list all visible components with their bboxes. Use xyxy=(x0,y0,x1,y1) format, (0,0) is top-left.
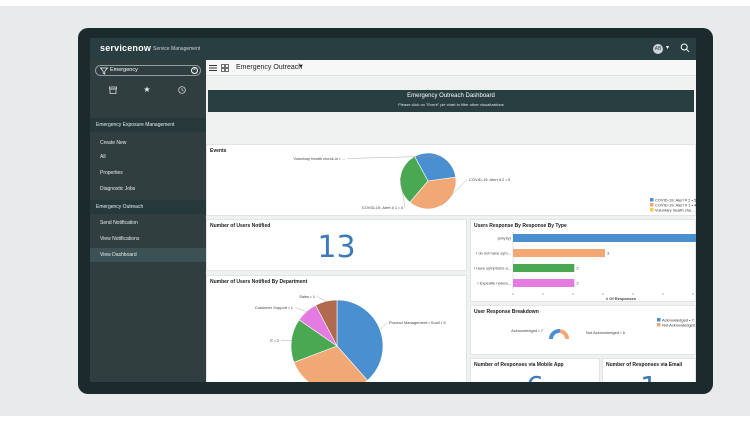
tick-label: • xyxy=(662,291,664,296)
sidebar-section[interactable]: Emergency Exposure Management xyxy=(90,118,206,132)
events-pie-chart[interactable]: Voluntary health check-in • ... COVID-19:… xyxy=(207,145,696,217)
clock-icon[interactable] xyxy=(175,84,189,96)
sidebar-item[interactable]: All xyxy=(90,150,206,164)
dashboard-title: Emergency Outreach Dashboard xyxy=(407,93,495,99)
sidebar-item[interactable]: View Dashboard xyxy=(90,248,206,262)
leader-line xyxy=(316,296,327,302)
legend-item[interactable]: Voluntary health che... xyxy=(655,207,695,212)
menu-icon[interactable] xyxy=(209,64,217,72)
legend-swatch xyxy=(657,323,661,327)
leader-line xyxy=(379,322,388,330)
tick-label: • xyxy=(572,291,574,296)
bar[interactable] xyxy=(513,249,605,257)
data-label: Product Management • Sunil • 5 xyxy=(389,320,446,325)
dashboard-header: Emergency Outreach Dashboard Please clic… xyxy=(208,90,694,112)
leader-line xyxy=(294,307,307,312)
breakdown-panel: User Response Breakdown Acknowledged • 7… xyxy=(470,305,696,355)
mobile-responses-panel: Number of Responses via Mobile App 6 xyxy=(470,358,600,382)
chevron-down-icon[interactable]: ▾ xyxy=(666,44,669,51)
events-panel: Events Voluntary health check-in • ... CO… xyxy=(206,144,696,216)
grid-icon[interactable] xyxy=(221,64,229,72)
value-label: 2 xyxy=(576,281,579,286)
legend-swatch xyxy=(650,203,654,207)
bar[interactable] xyxy=(513,234,696,242)
legend-swatch xyxy=(650,198,654,202)
filter-navigator-input[interactable]: Emergency × xyxy=(95,65,201,76)
users-notified-panel: Number of Users Notified 13 xyxy=(206,219,467,271)
sidebar-section[interactable]: Emergency Outreach xyxy=(90,200,206,214)
dashboard-toolbar: Emergency Outreach ▼ xyxy=(206,60,696,76)
sidebar-item[interactable]: View Notifications xyxy=(90,232,206,246)
value-label: 2 xyxy=(576,266,579,271)
sidebar-item[interactable]: Diagnostic Jobs xyxy=(90,182,206,196)
dashboard-content: Emergency Outreach ▼ Emergency Outreach … xyxy=(206,60,696,382)
category-label: I have symptoms a... xyxy=(474,266,511,271)
data-label: Not Acknowledged • 6 xyxy=(586,330,626,335)
response-bar-chart[interactable]: (empty) I do not have sym... 3 I have sympt… xyxy=(471,220,696,303)
sidebar-tabs: ★ xyxy=(90,84,206,98)
star-icon[interactable]: ★ xyxy=(140,84,154,96)
data-label: COVID-19: Alert # 1 • 4 xyxy=(362,205,404,210)
chevron-down-icon[interactable]: ▼ xyxy=(298,64,304,70)
data-label: Customer Support • 1 xyxy=(255,305,294,310)
tick-label: • xyxy=(512,291,514,296)
app-logo[interactable]: servicenow xyxy=(100,43,151,53)
data-label: COVID-19: Alert # 2 • 5 xyxy=(469,177,511,182)
sidebar-item[interactable]: Properties xyxy=(90,166,206,180)
data-label: Sales • 1 xyxy=(299,294,316,299)
panel-title: Number of Responses via Mobile App xyxy=(474,362,564,368)
archive-icon[interactable] xyxy=(106,84,120,96)
bar[interactable] xyxy=(513,264,575,272)
legend-swatch xyxy=(657,318,661,322)
mobile-responses-value: 6 xyxy=(471,370,599,382)
app-screen: servicenow Service Management AB ▾ Emerg… xyxy=(90,38,696,382)
sidebar-item[interactable]: Create New xyxy=(90,136,206,150)
data-label: Acknowledged • 7 xyxy=(511,328,544,333)
bar[interactable] xyxy=(513,279,575,287)
tick-label: • xyxy=(692,291,694,296)
users-notified-value: 13 xyxy=(317,230,356,265)
department-panel: Number of Users Notified By Department P… xyxy=(206,275,467,382)
dashboard-subtitle: Please click on "Event" pie chart to fil… xyxy=(398,102,504,107)
email-responses-value: 1 xyxy=(603,370,695,382)
category-label: (empty) xyxy=(497,236,511,241)
data-label: Voluntary health check-in • ... xyxy=(293,156,345,161)
clear-icon[interactable]: × xyxy=(191,67,198,74)
dashboard-selector[interactable]: Emergency Outreach xyxy=(236,64,302,71)
breakdown-donut-chart[interactable]: Acknowledged • 7 Not Acknowledged • 6Ackn… xyxy=(471,306,696,356)
panel-title: Number of Responses via Email xyxy=(606,362,683,368)
sidebar: Emergency × ★ Emergency Exposure Managem… xyxy=(90,60,206,382)
department-pie-chart[interactable]: Product Management • Sunil • 5Developmen… xyxy=(207,276,468,382)
legend-swatch xyxy=(650,208,654,212)
donut-slice[interactable] xyxy=(559,329,569,339)
panel-title: Number of Users Notified xyxy=(210,223,271,229)
app-subtitle: Service Management xyxy=(153,46,201,52)
category-label: I do not have sym... xyxy=(476,251,511,256)
category-label: I Expedite natura... xyxy=(477,281,511,286)
tick-label: • xyxy=(542,291,544,296)
donut-slice[interactable] xyxy=(549,329,561,339)
tick-label: • xyxy=(602,291,604,296)
x-axis-label: # Of Responses xyxy=(606,296,637,301)
legend-item[interactable]: Not Acknowledged • 6 xyxy=(662,322,696,327)
sidebar-item[interactable]: Send Notification xyxy=(90,216,206,230)
data-label: IT • 2 xyxy=(270,338,280,343)
filter-value: Emergency xyxy=(110,67,138,73)
top-header: servicenow Service Management AB ▾ xyxy=(90,38,696,60)
filter-icon xyxy=(100,67,108,75)
response-type-panel: Users Response By Response By Type (empt… xyxy=(470,219,696,302)
search-icon[interactable] xyxy=(680,42,690,54)
avatar[interactable]: AB xyxy=(653,44,663,54)
email-responses-panel: Number of Responses via Email 1 xyxy=(602,358,696,382)
value-label: 3 xyxy=(607,251,610,256)
